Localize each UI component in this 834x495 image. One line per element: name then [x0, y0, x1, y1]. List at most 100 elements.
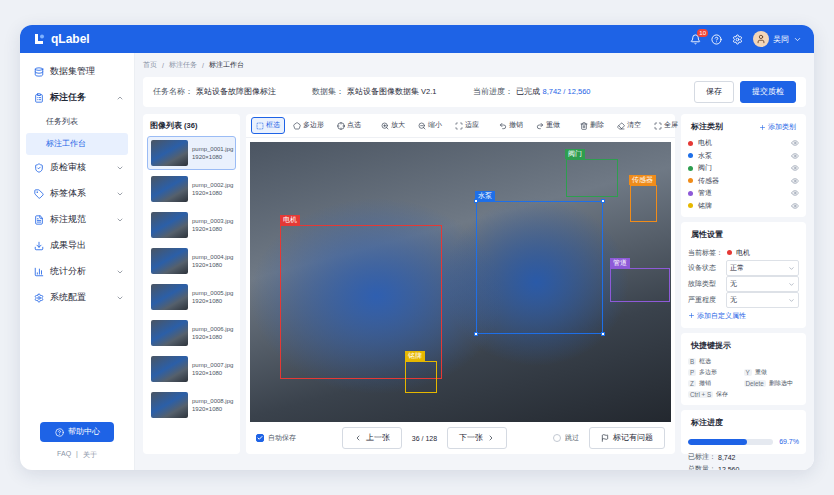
- progress-stat: 已标注：8,742: [688, 451, 799, 463]
- image-item[interactable]: pump_0008.jpg1920×1080: [147, 388, 236, 422]
- sidebar-footer: 帮助中心 FAQ | 关于: [20, 422, 134, 460]
- attribute-select[interactable]: 正常: [726, 260, 799, 276]
- notification-button[interactable]: 10: [690, 34, 701, 45]
- image-item[interactable]: pump_0007.jpg1920×1080: [147, 352, 236, 386]
- sidebar-item[interactable]: 数据集管理: [20, 59, 134, 85]
- image-item[interactable]: pump_0003.jpg1920×1080: [147, 208, 236, 242]
- pager: 上一张 36 / 128 下一张: [342, 427, 507, 449]
- eye-icon[interactable]: [791, 189, 799, 197]
- progress-fill: [688, 439, 747, 445]
- category-row[interactable]: 管道: [688, 187, 799, 200]
- plus-icon: [759, 124, 766, 131]
- shortcut-item: Delete删除选中: [744, 379, 800, 388]
- tool-icon: [617, 122, 625, 130]
- add-category-link[interactable]: 添加类别: [759, 122, 796, 132]
- thumbnail: [151, 176, 188, 202]
- avatar: [753, 31, 769, 47]
- sidebar-item[interactable]: 成果导出: [20, 233, 134, 259]
- color-dot: [688, 191, 693, 196]
- tool-button[interactable]: 框选: [251, 117, 285, 134]
- thumbnail: [151, 248, 188, 274]
- sidebar-item[interactable]: 质检审核: [20, 155, 134, 181]
- category-card: 标注类别添加类别电机水泵阀门传感器管道铭牌: [681, 114, 806, 217]
- tool-button[interactable]: 全屏: [649, 117, 683, 134]
- resize-handle[interactable]: [601, 199, 605, 203]
- sidebar-item[interactable]: 系统配置: [20, 285, 134, 311]
- sidebar-item[interactable]: 统计分析: [20, 259, 134, 285]
- sidebar-item[interactable]: 标注任务: [20, 85, 134, 111]
- eye-icon[interactable]: [791, 177, 799, 185]
- sidebar-item[interactable]: 标注规范: [20, 207, 134, 233]
- footer-link[interactable]: FAQ: [57, 450, 71, 460]
- image-item[interactable]: pump_0002.jpg1920×1080: [147, 172, 236, 206]
- color-dot: [688, 153, 693, 158]
- resize-handle[interactable]: [474, 199, 478, 203]
- checkbox: [553, 434, 561, 442]
- tool-button[interactable]: 清空: [612, 117, 646, 134]
- logo[interactable]: qLabel: [32, 32, 90, 46]
- logo-icon: [32, 32, 46, 46]
- page-indicator: 36 / 128: [412, 435, 437, 442]
- task-field: 数据集：泵站设备图像数据集 V2.1: [312, 87, 437, 97]
- category-row[interactable]: 铭牌: [688, 200, 799, 213]
- tool-button[interactable]: 撤销: [494, 117, 528, 134]
- color-dot: [688, 166, 693, 171]
- image-item[interactable]: pump_0006.jpg1920×1080: [147, 316, 236, 350]
- sidebar-subitem[interactable]: 标注工作台: [26, 133, 128, 155]
- tool-button[interactable]: 放大: [376, 117, 410, 134]
- image-canvas[interactable]: 电机水泵阀门传感器管道铭牌: [250, 142, 671, 422]
- nav-icon: [34, 93, 44, 103]
- attribute-select[interactable]: 无: [726, 276, 799, 292]
- footer-link[interactable]: 关于: [83, 450, 97, 460]
- key-cap: Y: [744, 369, 752, 376]
- annotation-box[interactable]: 管道: [610, 268, 670, 302]
- help-icon[interactable]: [711, 34, 722, 45]
- sidebar-subitem[interactable]: 任务列表: [26, 111, 128, 133]
- tool-button[interactable]: 点选: [332, 117, 366, 134]
- sidebar-item[interactable]: 标签体系: [20, 181, 134, 207]
- image-item[interactable]: pump_0005.jpg1920×1080: [147, 280, 236, 314]
- eye-icon[interactable]: [791, 164, 799, 172]
- chevron-up-icon: [116, 94, 124, 102]
- autosave-checkbox[interactable]: 自动保存: [256, 433, 296, 443]
- nav-icon: [34, 267, 44, 277]
- help-center-button[interactable]: 帮助中心: [40, 422, 114, 442]
- tool-button[interactable]: 删除: [575, 117, 609, 134]
- current-label: 当前标签：电机: [688, 245, 799, 260]
- skip-checkbox[interactable]: 跳过: [553, 433, 579, 443]
- resize-handle[interactable]: [601, 332, 605, 336]
- eye-icon[interactable]: [791, 139, 799, 147]
- chevron-down-icon: [116, 294, 124, 302]
- prev-button[interactable]: 上一张: [342, 427, 402, 449]
- eye-icon[interactable]: [791, 152, 799, 160]
- tool-button[interactable]: 多边形: [288, 117, 329, 134]
- category-row[interactable]: 电机: [688, 137, 799, 150]
- image-list-title: 图像列表 (36): [147, 118, 236, 136]
- category-row[interactable]: 传感器: [688, 175, 799, 188]
- add-attribute[interactable]: 添加自定义属性: [688, 308, 799, 323]
- footer-link: |: [76, 450, 78, 460]
- image-item[interactable]: pump_0004.jpg1920×1080: [147, 244, 236, 278]
- attribute-select[interactable]: 无: [726, 292, 799, 308]
- annotation-box[interactable]: 铭牌: [405, 361, 437, 393]
- annotation-box[interactable]: 传感器: [630, 185, 657, 223]
- save-button[interactable]: 保存: [694, 81, 734, 103]
- user-menu[interactable]: 吴同: [753, 31, 802, 47]
- annotation-box[interactable]: 阀门: [566, 159, 618, 197]
- tool-button[interactable]: 适应: [450, 117, 484, 134]
- flag-button[interactable]: 标记有问题: [589, 427, 665, 449]
- eye-icon[interactable]: [791, 202, 799, 210]
- breadcrumb-item[interactable]: 首页: [143, 60, 157, 70]
- category-row[interactable]: 阀门: [688, 162, 799, 175]
- resize-handle[interactable]: [474, 332, 478, 336]
- image-item[interactable]: pump_0001.jpg1920×1080: [147, 136, 236, 170]
- category-row[interactable]: 水泵: [688, 150, 799, 163]
- tool-button[interactable]: 缩小: [413, 117, 447, 134]
- tool-button[interactable]: 重做: [531, 117, 565, 134]
- shortcut-item: P多边形: [688, 368, 744, 377]
- breadcrumb-item[interactable]: 标注任务: [169, 60, 197, 70]
- submit-button[interactable]: 提交质检: [740, 81, 796, 103]
- gear-icon[interactable]: [732, 34, 743, 45]
- next-button[interactable]: 下一张: [447, 427, 507, 449]
- annotation-box[interactable]: 水泵: [476, 201, 603, 335]
